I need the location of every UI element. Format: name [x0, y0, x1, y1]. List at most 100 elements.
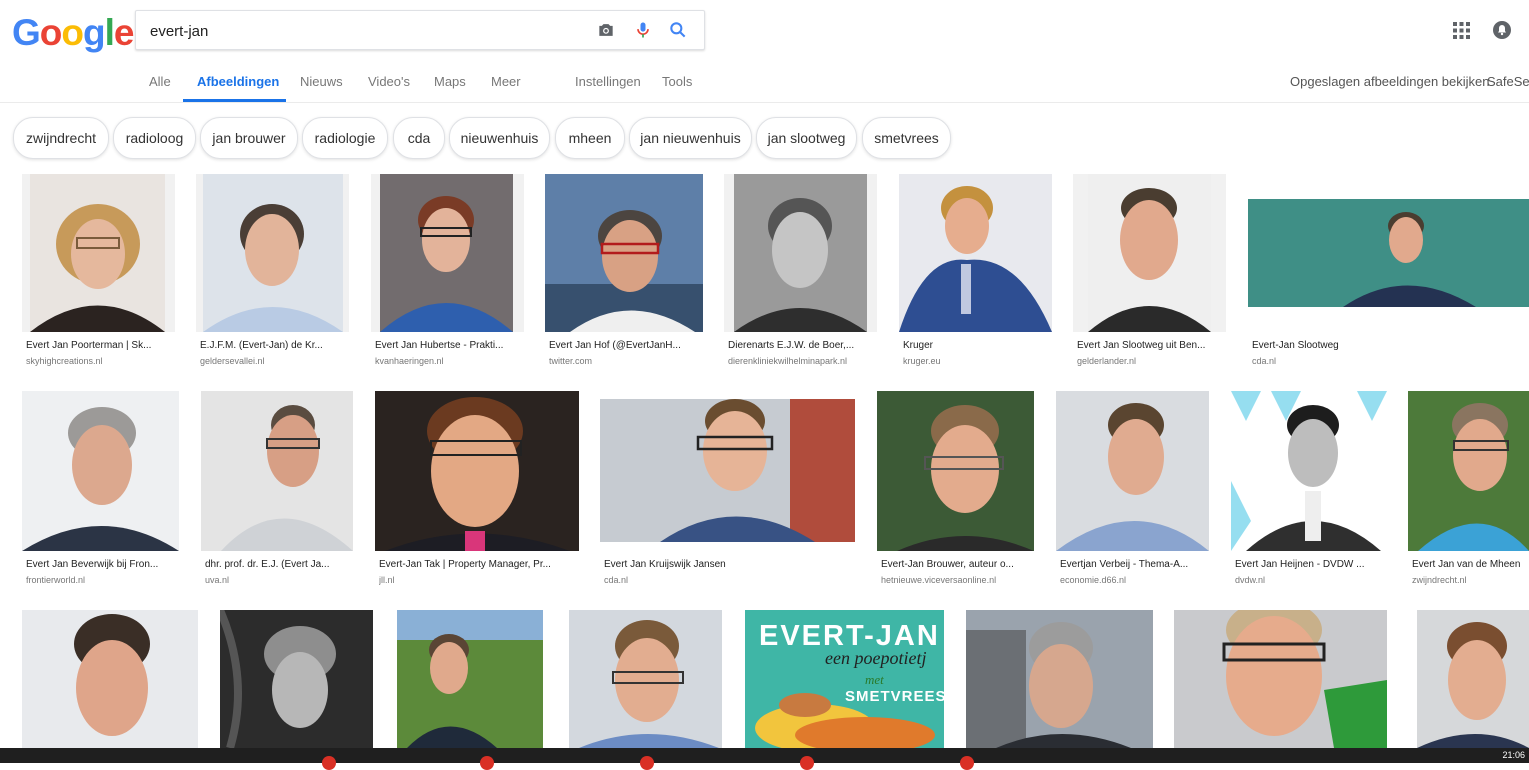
- result-thumbnail[interactable]: [1056, 391, 1209, 551]
- result-thumbnail[interactable]: [1408, 391, 1529, 551]
- taskbar-app-icon[interactable]: [480, 756, 494, 770]
- portrait-image: [22, 391, 179, 551]
- book-illustration: [755, 693, 935, 748]
- result-source: kruger.eu: [903, 356, 941, 366]
- chip-mheen[interactable]: mheen: [555, 117, 625, 159]
- logo-letter: o: [39, 12, 63, 53]
- result-thumbnail[interactable]: [1417, 610, 1529, 748]
- result-title[interactable]: Evert Jan Hubertse - Prakti...: [375, 340, 520, 351]
- chip-radioloog[interactable]: radioloog: [113, 117, 196, 159]
- result-thumbnail[interactable]: [1231, 391, 1387, 551]
- portrait-image: [899, 174, 1052, 332]
- result-title[interactable]: Evert Jan van de Mheen: [1412, 559, 1529, 570]
- portrait-image: [1174, 610, 1387, 748]
- result-thumbnail[interactable]: [375, 391, 579, 551]
- tab-videos[interactable]: Video's: [368, 74, 410, 89]
- tab-settings[interactable]: Instellingen: [575, 74, 641, 89]
- search-icon[interactable]: [668, 20, 688, 40]
- camera-icon[interactable]: [596, 20, 616, 40]
- portrait-image: [201, 391, 353, 551]
- saved-images-link[interactable]: Opgeslagen afbeeldingen bekijken: [1290, 74, 1490, 89]
- tab-images[interactable]: Afbeeldingen: [197, 74, 279, 89]
- result-title[interactable]: Dierenarts E.J.W. de Boer,...: [728, 340, 873, 351]
- result-thumbnail[interactable]: [899, 174, 1052, 332]
- result-thumbnail[interactable]: [1073, 174, 1226, 332]
- result-title[interactable]: E.J.F.M. (Evert-Jan) de Kr...: [200, 340, 345, 351]
- result-title[interactable]: dhr. prof. dr. E.J. (Evert Ja...: [205, 559, 350, 570]
- portrait-image: [1231, 391, 1387, 551]
- logo-letter: g: [83, 12, 106, 53]
- result-thumbnail[interactable]: [201, 391, 353, 551]
- result-source: dierenkliniekwilhelminapark.nl: [728, 356, 848, 366]
- taskbar-app-icon[interactable]: [322, 756, 336, 770]
- tab-news[interactable]: Nieuws: [300, 74, 343, 89]
- portrait-image: [375, 391, 579, 551]
- google-logo[interactable]: Google: [12, 12, 134, 54]
- chip-jan-slootweg[interactable]: jan slootweg: [756, 117, 857, 159]
- taskbar-app-icon[interactable]: [960, 756, 974, 770]
- result-thumbnail[interactable]: [220, 610, 373, 748]
- result-source: cda.nl: [604, 575, 629, 585]
- portrait-image: [220, 610, 373, 748]
- chip-jan-nieuwenhuis[interactable]: jan nieuwenhuis: [629, 117, 752, 159]
- result-title[interactable]: Evert-Jan Slootweg: [1252, 340, 1522, 351]
- search-box: [135, 10, 705, 50]
- taskbar-clock: 21:06: [1502, 750, 1525, 760]
- notifications-icon[interactable]: [1493, 21, 1511, 39]
- tab-maps[interactable]: Maps: [434, 74, 466, 89]
- chip-smetvrees[interactable]: smetvrees: [862, 117, 951, 159]
- result-title[interactable]: Evert Jan Beverwijk bij Fron...: [26, 559, 176, 570]
- result-title[interactable]: Evert-Jan Brouwer, auteur o...: [881, 559, 1031, 570]
- chip-nieuwenhuis[interactable]: nieuwenhuis: [449, 117, 550, 159]
- tab-more[interactable]: Meer: [491, 74, 521, 89]
- chip-radiologie[interactable]: radiologie: [302, 117, 388, 159]
- result-thumbnail[interactable]: [877, 391, 1034, 551]
- result-thumbnail[interactable]: [600, 391, 855, 551]
- result-thumbnail[interactable]: [724, 174, 877, 332]
- taskbar-app-icon[interactable]: [800, 756, 814, 770]
- result-source: kvanhaeringen.nl: [375, 356, 444, 366]
- result-source: uva.nl: [205, 575, 230, 585]
- result-thumbnail[interactable]: [966, 610, 1153, 748]
- result-thumbnail[interactable]: [22, 391, 179, 551]
- chip-jan-brouwer[interactable]: jan brouwer: [200, 117, 298, 159]
- result-source: hetnieuwe.viceversaonline.nl: [881, 575, 997, 585]
- result-thumbnail[interactable]: [22, 174, 175, 332]
- apps-grid-icon[interactable]: [1453, 22, 1470, 39]
- result-thumbnail[interactable]: [545, 174, 703, 332]
- portrait-image: [600, 391, 855, 551]
- result-title[interactable]: Evert-Jan Tak | Property Manager, Pr...: [379, 559, 575, 570]
- logo-letter: G: [12, 12, 41, 53]
- logo-letter: o: [61, 12, 84, 53]
- chip-zwijndrecht[interactable]: zwijndrecht: [13, 117, 109, 159]
- result-thumbnail[interactable]: [1248, 174, 1529, 332]
- result-thumbnail[interactable]: [22, 610, 198, 748]
- tab-all[interactable]: Alle: [149, 74, 171, 89]
- mic-icon[interactable]: [633, 20, 653, 40]
- result-title[interactable]: Evert Jan Heijnen - DVDW ...: [1235, 559, 1383, 570]
- search-input[interactable]: [148, 19, 592, 43]
- result-thumbnail[interactable]: [196, 174, 349, 332]
- result-thumbnail[interactable]: [569, 610, 722, 748]
- taskbar-app-icon[interactable]: [640, 756, 654, 770]
- result-title[interactable]: Kruger: [903, 340, 1048, 351]
- result-source: geldersevallei.nl: [200, 356, 265, 366]
- portrait-image: [1056, 391, 1209, 551]
- portrait-image: [30, 174, 165, 332]
- result-thumbnail[interactable]: [1174, 610, 1387, 748]
- result-title[interactable]: Evert Jan Hof (@EvertJanH...: [549, 340, 699, 351]
- portrait-image: [22, 610, 198, 748]
- result-title[interactable]: Evert Jan Slootweg uit Ben...: [1077, 340, 1222, 351]
- result-thumbnail[interactable]: EVERT-JAN een poepotietj met SMETVREES: [745, 610, 944, 748]
- chip-cda[interactable]: cda: [393, 117, 445, 159]
- result-source: economie.d66.nl: [1060, 575, 1127, 585]
- result-title[interactable]: Evert Jan Poorterman | Sk...: [26, 340, 171, 351]
- safesearch-link[interactable]: SafeSea: [1487, 74, 1529, 89]
- result-title[interactable]: Evertjan Verbeij - Thema-A...: [1060, 559, 1205, 570]
- result-source: cda.nl: [1252, 356, 1277, 366]
- result-thumbnail[interactable]: [397, 610, 543, 748]
- result-thumbnail[interactable]: [371, 174, 524, 332]
- portrait-image: [1088, 174, 1211, 332]
- tab-tools[interactable]: Tools: [662, 74, 692, 89]
- result-title[interactable]: Evert Jan Kruijswijk Jansen: [604, 559, 852, 570]
